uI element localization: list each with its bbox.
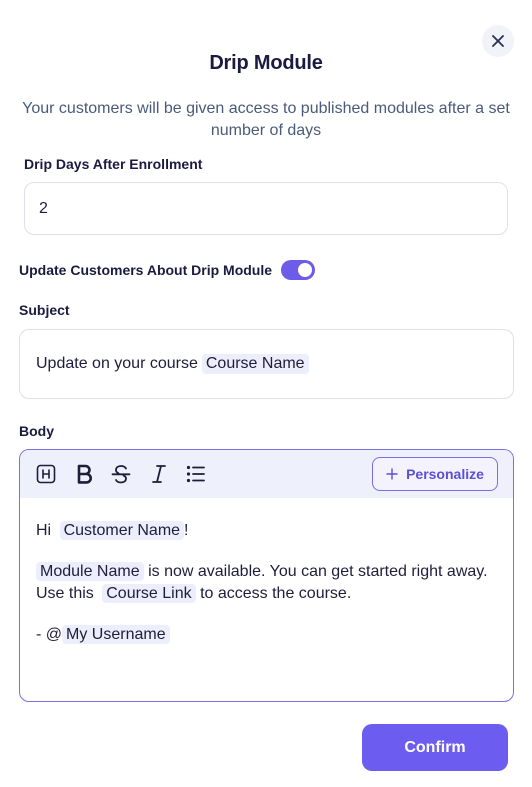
drip-module-dialog: Drip Module Your customers will be given…	[0, 0, 532, 787]
update-customers-toggle[interactable]	[281, 260, 316, 280]
update-toggle-row: Update Customers About Drip Module	[19, 260, 316, 280]
italic-icon	[151, 465, 166, 483]
drip-days-input[interactable]	[24, 182, 508, 235]
italic-button[interactable]	[147, 462, 171, 486]
bullet-list-icon	[186, 465, 205, 483]
greeting-suffix: !	[184, 522, 189, 539]
dialog-subtitle: Your customers will be given access to p…	[22, 100, 510, 139]
module-suffix: to access the course.	[200, 585, 352, 602]
greeting-text: Hi	[36, 522, 52, 539]
drip-days-label: Drip Days After Enrollment	[24, 156, 203, 172]
confirm-button[interactable]: Confirm	[362, 724, 508, 771]
subject-label: Subject	[19, 302, 70, 318]
editor-toolbar: Personalize	[20, 450, 513, 498]
bold-button[interactable]	[72, 462, 96, 486]
module-name-chip[interactable]: Module Name	[36, 562, 144, 581]
plus-icon	[386, 468, 398, 480]
signature-prefix: - @	[36, 626, 63, 643]
dialog-title: Drip Module	[209, 52, 323, 74]
subject-text: Update on your course	[36, 355, 198, 372]
body-line-signature: - @ My Username	[36, 624, 497, 646]
body-line-greeting: Hi Customer Name!	[36, 520, 497, 542]
heading-icon	[36, 464, 56, 484]
course-link-chip[interactable]: Course Link	[102, 584, 196, 603]
personalize-button[interactable]: Personalize	[372, 457, 498, 491]
heading-button[interactable]	[34, 462, 58, 486]
body-label: Body	[19, 423, 54, 439]
bold-icon	[77, 464, 92, 484]
strikethrough-button[interactable]	[109, 462, 133, 486]
close-icon	[492, 35, 504, 47]
body-editor: Personalize Hi Customer Name! Module Nam…	[19, 449, 514, 702]
bullet-list-button[interactable]	[184, 462, 208, 486]
body-line-module: Module Name is now available. You can ge…	[36, 561, 497, 605]
course-name-chip[interactable]: Course Name	[201, 354, 309, 374]
editor-content[interactable]: Hi Customer Name! Module Name is now ava…	[20, 498, 513, 646]
personalize-label: Personalize	[406, 466, 484, 482]
strikethrough-icon	[111, 465, 131, 484]
my-username-chip[interactable]: My Username	[62, 625, 170, 644]
customer-name-chip[interactable]: Customer Name	[59, 521, 185, 540]
subject-input[interactable]: Update on your course Course Name	[19, 329, 514, 399]
toggle-knob	[298, 263, 313, 277]
update-toggle-label: Update Customers About Drip Module	[19, 262, 273, 278]
